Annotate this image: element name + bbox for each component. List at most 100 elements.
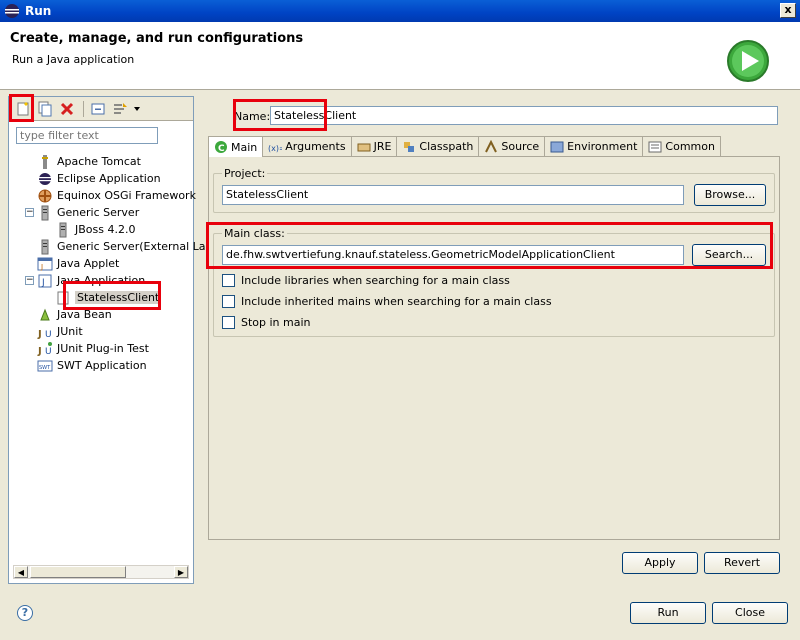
tree-item-label: Java Bean xyxy=(57,308,112,321)
svg-text:U: U xyxy=(45,347,52,357)
delete-icon xyxy=(60,102,74,115)
checkbox-box[interactable] xyxy=(222,316,235,329)
collapse-icon xyxy=(91,103,105,114)
chevron-down-icon xyxy=(134,106,140,111)
java-app-icon: J xyxy=(37,273,53,289)
tree-item[interactable]: Generic Server(External La xyxy=(37,238,206,255)
tree-item-label: Apache Tomcat xyxy=(57,155,141,168)
project-label: Project: xyxy=(222,167,268,180)
tree-item[interactable]: Generic Server xyxy=(37,204,139,221)
tab-main[interactable]: C Main xyxy=(208,136,264,157)
tree-expander[interactable]: − xyxy=(25,276,34,285)
config-toolbar xyxy=(9,97,193,121)
environment-tab-icon xyxy=(550,140,564,154)
run-button[interactable]: Run xyxy=(630,602,706,624)
search-button[interactable]: Search... xyxy=(692,244,766,266)
apply-button[interactable]: Apply xyxy=(622,552,698,574)
project-field[interactable]: StatelessClient xyxy=(222,185,684,205)
tree-item[interactable]: J U JUnit xyxy=(37,323,83,340)
stop-in-main-label: Stop in main xyxy=(241,316,311,329)
tab-label: Environment xyxy=(567,140,638,153)
tab-label: Common xyxy=(665,140,715,153)
osgi-icon xyxy=(37,188,53,204)
bean-icon xyxy=(37,307,53,323)
tab-source[interactable]: Source xyxy=(478,136,546,156)
tree-item-label: Java Applet xyxy=(57,257,120,270)
horizontal-scrollbar[interactable]: ◀ ▶ xyxy=(13,565,189,579)
tree-item[interactable]: JBoss 4.2.0 xyxy=(55,221,135,238)
tree-item[interactable]: Equinox OSGi Framework xyxy=(37,187,196,204)
svg-text:J: J xyxy=(41,278,45,288)
checkbox-box[interactable] xyxy=(222,295,235,308)
svg-text:(x)=: (x)= xyxy=(268,144,282,153)
tab-common[interactable]: Common xyxy=(642,136,721,156)
tab-jre[interactable]: JRE xyxy=(350,136,398,156)
tab-classpath[interactable]: Classpath xyxy=(396,136,480,156)
main-class-label: Main class: xyxy=(222,227,287,240)
filter-button[interactable] xyxy=(110,99,130,119)
tree-item[interactable]: J U JUnit Plug-in Test xyxy=(37,340,149,357)
filter-input[interactable] xyxy=(16,127,158,144)
tree-expander[interactable]: − xyxy=(25,208,34,217)
help-icon[interactable]: ? xyxy=(17,605,33,621)
main-tab-body: Project: StatelessClient Browse... Main … xyxy=(208,156,780,540)
source-tab-icon xyxy=(484,139,498,154)
browse-button[interactable]: Browse... xyxy=(694,184,766,206)
run-banner-icon xyxy=(727,40,769,82)
tab-label: Arguments xyxy=(285,140,346,153)
tree-item[interactable]: StatelessClient xyxy=(55,289,162,306)
name-field[interactable]: StatelessClient xyxy=(270,106,778,125)
toolbar-separator xyxy=(83,100,84,117)
include-inherited-checkbox[interactable]: Include inherited mains when searching f… xyxy=(222,295,552,308)
tomcat-icon xyxy=(37,154,53,170)
config-list-panel: Apache Tomcat Eclipse Application Equinox … xyxy=(8,96,206,584)
tree-item[interactable]: Apache Tomcat xyxy=(37,153,141,170)
window-titlebar: Run x xyxy=(0,0,800,22)
scroll-left-icon[interactable]: ◀ xyxy=(14,566,28,578)
close-button[interactable]: Close xyxy=(712,602,788,624)
dialog-title: Create, manage, and run configurations xyxy=(10,31,304,46)
tab-environment[interactable]: Environment xyxy=(544,136,644,156)
server-icon xyxy=(37,205,53,221)
new-icon xyxy=(17,101,29,115)
duplicate-config-button[interactable] xyxy=(35,99,55,119)
tree-item[interactable]: J Java Application xyxy=(37,272,145,289)
tab-label: Main xyxy=(231,140,258,154)
tree-item-label: SWT Application xyxy=(57,359,147,372)
tree-item-label: JUnit xyxy=(57,325,83,338)
classpath-tab-icon xyxy=(402,140,416,154)
tree-item[interactable]: Eclipse Application xyxy=(37,170,161,187)
scroll-right-icon[interactable]: ▶ xyxy=(174,566,188,578)
tree-item[interactable]: J Java Applet xyxy=(37,255,119,272)
tree-item[interactable]: SWT SWT Application xyxy=(37,357,147,374)
tree-item[interactable]: Java Bean xyxy=(37,306,112,323)
tab-arguments[interactable]: (x)=Arguments xyxy=(262,136,352,156)
new-config-button[interactable] xyxy=(13,99,33,119)
svg-text:C: C xyxy=(218,144,225,154)
main-tab-icon: C xyxy=(214,140,228,154)
checkbox-box[interactable] xyxy=(222,274,235,287)
tree-item-label: Java Application xyxy=(57,274,146,287)
svg-text:J: J xyxy=(37,346,42,357)
applet-icon: J xyxy=(37,256,53,272)
scrollbar-thumb[interactable] xyxy=(30,566,126,578)
window-close-button[interactable]: x xyxy=(780,3,796,18)
delete-config-button[interactable] xyxy=(57,99,77,119)
dialog-header: Create, manage, and run configurations R… xyxy=(0,22,800,90)
svg-text:U: U xyxy=(45,330,52,340)
common-tab-icon xyxy=(648,140,662,154)
server-icon xyxy=(37,239,53,255)
collapse-all-button[interactable] xyxy=(88,99,108,119)
include-libraries-checkbox[interactable]: Include libraries when searching for a m… xyxy=(222,274,510,287)
revert-button[interactable]: Revert xyxy=(704,552,780,574)
filter-menu-button[interactable] xyxy=(132,99,142,119)
tree-item-label: Eclipse Application xyxy=(57,172,161,185)
stop-in-main-checkbox[interactable]: Stop in main xyxy=(222,316,311,329)
jre-tab-icon xyxy=(357,140,371,154)
main-class-field[interactable]: de.fhw.swtvertiefung.knauf.stateless.Geo… xyxy=(222,245,684,265)
java-config-icon xyxy=(55,290,71,306)
arguments-tab-icon: (x)= xyxy=(268,140,282,154)
svg-text:SWT: SWT xyxy=(39,365,51,371)
name-label: Name: xyxy=(234,110,271,123)
tree-item-label: Generic Server xyxy=(57,206,140,219)
